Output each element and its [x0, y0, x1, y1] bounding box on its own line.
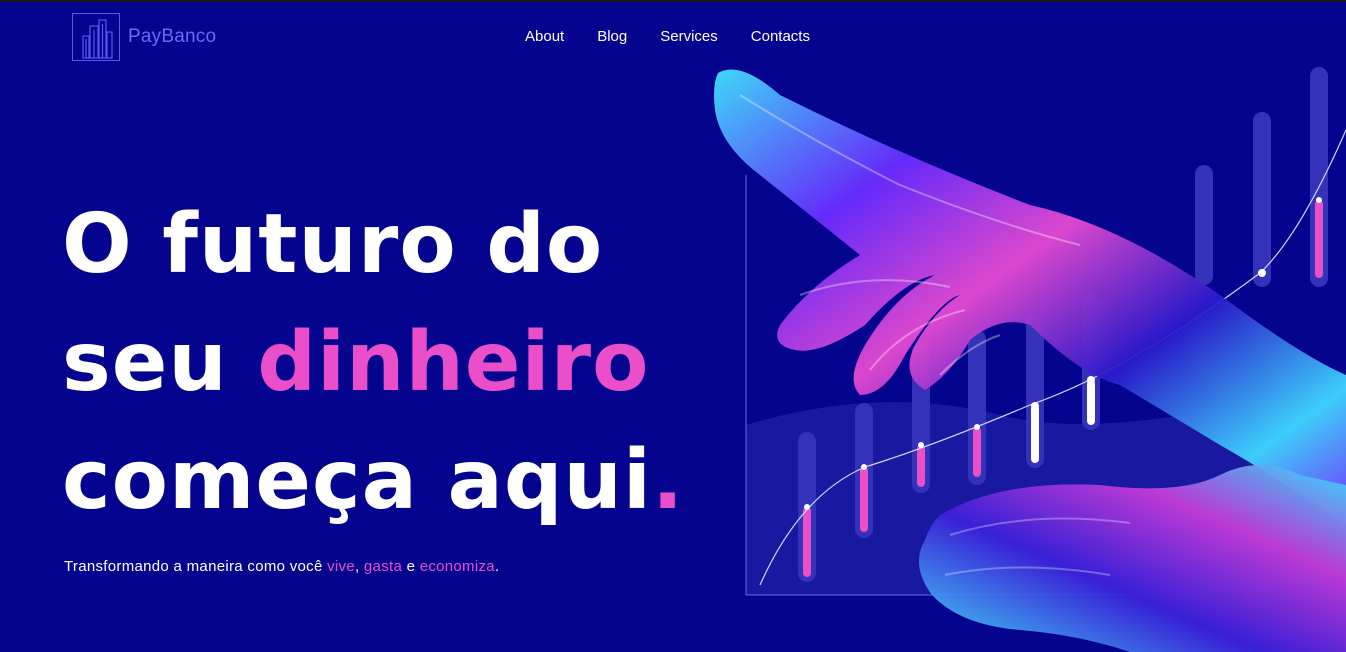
nav-services[interactable]: Services [660, 28, 718, 45]
tagline-sep-1: , [354, 558, 364, 575]
holographic-hand-chart-illustration [714, 67, 1346, 652]
hero-headline: O futuro do seu dinheiro começa aqui. [62, 186, 684, 540]
headline-line-2-prefix: seu [62, 315, 258, 410]
tagline-suffix: . [494, 558, 500, 575]
brand-logo[interactable]: PayBanco [72, 13, 216, 61]
nav-contacts[interactable]: Contacts [751, 28, 810, 45]
tagline-word-economiza: economiza [419, 558, 495, 575]
nav-blog[interactable]: Blog [597, 28, 627, 45]
main-nav: About Blog Services Contacts [525, 28, 810, 45]
brand-name: PayBanco [128, 26, 217, 47]
top-border [0, 0, 1346, 2]
headline-dot: . [652, 433, 685, 528]
tagline-word-vive: vive [327, 558, 355, 575]
tagline-prefix: Transformando a maneira como você [64, 558, 328, 575]
headline-line-3: começa aqui [62, 433, 653, 528]
headline-highlight: dinheiro [257, 315, 650, 410]
tagline-word-gasta: gasta [363, 558, 403, 575]
headline-line-1: O futuro do [62, 197, 604, 292]
hero-tagline: Transformando a maneira como você vive, … [64, 558, 499, 575]
tagline-sep-2: e [402, 558, 420, 575]
building-logo-icon [72, 13, 120, 61]
nav-about[interactable]: About [525, 28, 564, 45]
